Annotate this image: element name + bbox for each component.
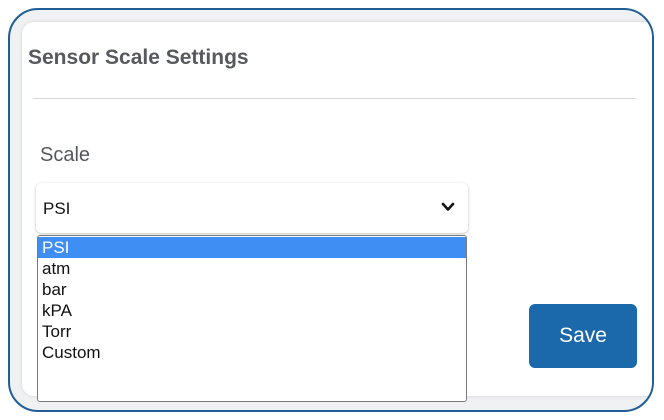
scale-select-value: PSI — [43, 199, 71, 218]
scale-option-psi[interactable]: PSI — [38, 237, 466, 258]
scale-option-atm[interactable]: atm — [38, 258, 466, 279]
chevron-down-icon — [441, 202, 455, 211]
scale-label: Scale — [40, 144, 91, 166]
scale-option-torr[interactable]: Torr — [38, 321, 466, 342]
save-button[interactable]: Save — [529, 304, 637, 368]
scale-option-custom[interactable]: Custom — [38, 342, 466, 363]
card-divider — [33, 98, 636, 99]
scale-option-bar[interactable]: bar — [38, 279, 466, 300]
scale-options-list: PSI atm bar kPA Torr Custom — [37, 235, 467, 402]
scale-option-kpa[interactable]: kPA — [38, 300, 466, 321]
scale-select[interactable]: PSI — [36, 183, 468, 233]
card-title: Sensor Scale Settings — [28, 46, 249, 69]
